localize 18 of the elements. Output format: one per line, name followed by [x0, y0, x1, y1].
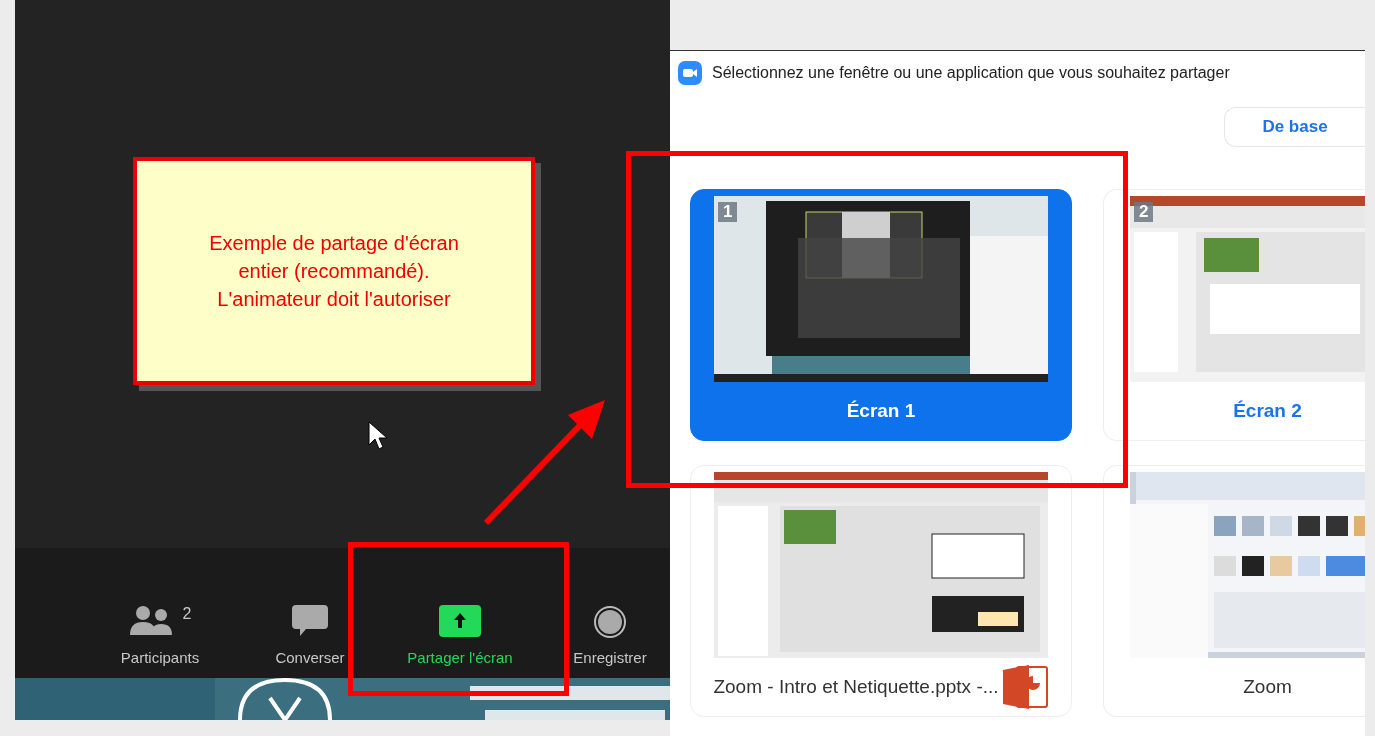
camera-icon	[678, 61, 702, 85]
dialog-title: Sélectionnez une fenêtre ou une application que vous souhaitez partager	[712, 64, 1230, 82]
share-source-card[interactable]: 1 Écran 1	[690, 189, 1072, 441]
mode-button[interactable]: De base	[1224, 107, 1365, 147]
mouse-cursor-icon	[368, 421, 388, 453]
share-screen-icon	[439, 605, 481, 637]
share-source-card[interactable]: Zoom - Intro et Netiquette.pptx -...	[690, 465, 1072, 717]
toolbar-button[interactable]: Enregistrer	[535, 605, 670, 666]
chat-bubble-icon	[292, 605, 328, 637]
screen-number-badge: 2	[1134, 202, 1154, 222]
share-source-card[interactable]: Zoom	[1103, 465, 1365, 717]
toolbar-button[interactable]: 2 Participants	[85, 605, 235, 666]
toolbar-button[interactable]: Converser	[235, 605, 385, 666]
screen-number-badge: 1	[718, 202, 738, 222]
record-icon	[593, 605, 627, 639]
share-source-card[interactable]: 2 Écran 2	[1103, 189, 1365, 441]
participant-count: 2	[182, 605, 192, 623]
toolbar-button[interactable]: Partager l'écran	[385, 605, 535, 666]
